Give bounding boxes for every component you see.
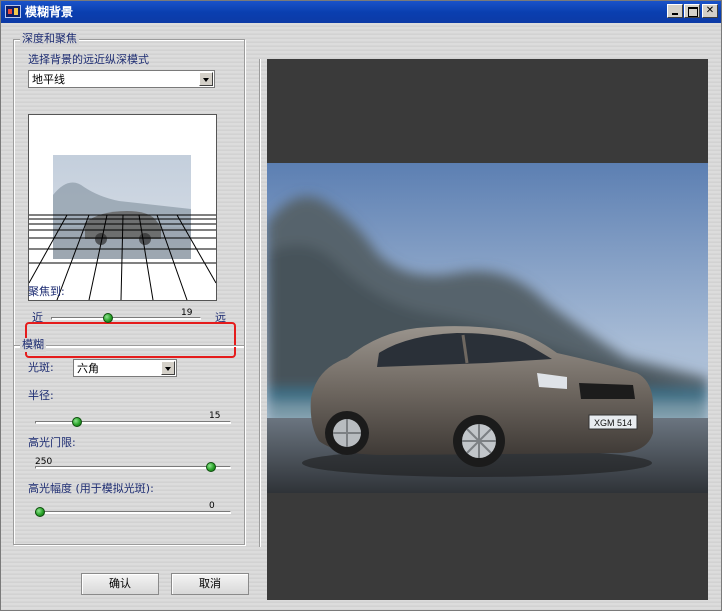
preview-photo: XGM 514 (267, 163, 708, 493)
dialog-client-area: 深度和聚焦 选择背景的远近纵深模式 地平线 聚焦到: 近 19 远 模糊 光斑:… (1, 23, 721, 610)
bokeh-label: 光斑: (28, 361, 54, 374)
result-preview: XGM 514 (267, 59, 708, 600)
highlight-amount-slider-track[interactable] (35, 511, 231, 514)
license-plate: XGM 514 (594, 418, 632, 428)
cancel-button[interactable]: 取消 (171, 573, 249, 595)
focus-slider-thumb[interactable] (102, 313, 113, 323)
bokeh-shape-value: 六角 (77, 362, 99, 375)
highlight-amount-label: 高光幅度 (用于模拟光斑): (28, 482, 154, 495)
mode-label: 选择背景的远近纵深模式 (28, 53, 149, 66)
focus-slider-track[interactable] (51, 317, 201, 320)
maximize-button[interactable] (684, 4, 700, 18)
minimize-button[interactable] (667, 4, 683, 18)
highlight-amount-slider-thumb[interactable] (35, 507, 45, 517)
depth-preview (28, 114, 217, 301)
blur-group-title: 模糊 (20, 338, 46, 352)
focus-label: 聚焦到: (28, 285, 65, 298)
depth-mode-value: 地平线 (32, 73, 65, 86)
window-title: 模糊背景 (25, 5, 74, 19)
radius-slider-track[interactable] (35, 421, 231, 424)
car-photo: XGM 514 (267, 163, 708, 493)
chevron-down-icon[interactable] (199, 72, 213, 86)
blur-background-dialog: 模糊背景 ✕ 深度和聚焦 选择背景的远近纵深模式 地平线 聚焦到: 近 19 远… (0, 0, 722, 611)
highlight-amount-value: 0 (209, 501, 215, 511)
ok-button[interactable]: 确认 (81, 573, 159, 595)
focus-near-label: 近 (32, 311, 43, 324)
highlight-threshold-label: 高光门限: (28, 436, 76, 449)
bokeh-shape-select[interactable]: 六角 (73, 359, 177, 377)
app-icon (5, 5, 21, 18)
focus-far-label: 远 (215, 311, 226, 324)
chevron-down-icon[interactable] (161, 361, 175, 375)
radius-value: 15 (209, 411, 221, 421)
depth-mode-select[interactable]: 地平线 (28, 70, 215, 88)
depth-focus-title: 深度和聚焦 (20, 32, 79, 46)
panel-divider (259, 59, 261, 547)
title-bar[interactable]: 模糊背景 ✕ (1, 1, 721, 23)
horizon-grid-preview (28, 155, 217, 301)
highlight-threshold-slider-track[interactable] (35, 466, 231, 469)
close-button[interactable]: ✕ (702, 4, 718, 18)
radius-label: 半径: (28, 389, 54, 402)
